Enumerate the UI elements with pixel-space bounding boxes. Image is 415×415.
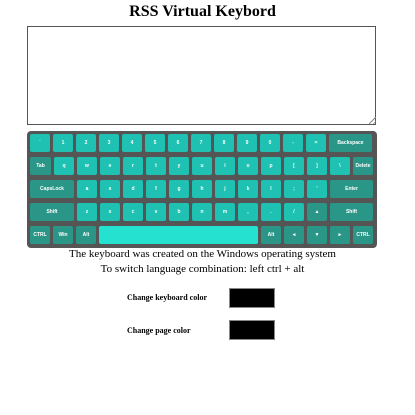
key-8[interactable]: 8	[214, 134, 234, 152]
key-sym11[interactable]: ▲	[307, 203, 327, 221]
key-k[interactable]: k	[238, 180, 258, 198]
key-x[interactable]: x	[100, 203, 120, 221]
key-sym12[interactable]: =	[306, 134, 326, 152]
key-shift[interactable]: Shift	[330, 203, 373, 221]
key-l[interactable]: l	[261, 180, 281, 198]
key-j[interactable]: j	[215, 180, 235, 198]
key-w[interactable]: w	[77, 157, 97, 175]
key-p[interactable]: p	[261, 157, 281, 175]
key-v[interactable]: v	[146, 203, 166, 221]
key-4[interactable]: 4	[122, 134, 142, 152]
key-2[interactable]: 2	[76, 134, 96, 152]
key-h[interactable]: h	[192, 180, 212, 198]
keyboard-color-picker[interactable]	[229, 288, 275, 308]
resize-grip-icon[interactable]	[369, 117, 376, 124]
key-sym9[interactable]: .	[261, 203, 281, 221]
page-color-picker[interactable]	[229, 320, 275, 340]
key-d[interactable]: d	[123, 180, 143, 198]
key-5[interactable]: 5	[145, 134, 165, 152]
key-6[interactable]: 6	[168, 134, 188, 152]
info-language-switch: To switch language combination: left ctr…	[100, 263, 305, 275]
key-sym6[interactable]: ▼	[307, 226, 327, 244]
key-1[interactable]: 1	[53, 134, 73, 152]
key-u[interactable]: u	[192, 157, 212, 175]
key-capslock[interactable]: CapsLock	[30, 180, 74, 198]
key-sym11[interactable]: -	[283, 134, 303, 152]
key-n[interactable]: n	[192, 203, 212, 221]
key-a[interactable]: a	[77, 180, 97, 198]
key-alt[interactable]: Alt	[261, 226, 281, 244]
key-o[interactable]: o	[238, 157, 258, 175]
key-g[interactable]: g	[169, 180, 189, 198]
key-i[interactable]: i	[215, 157, 235, 175]
page-color-label: Change page color	[127, 326, 191, 335]
key-t[interactable]: t	[146, 157, 166, 175]
key-space[interactable]	[99, 226, 258, 244]
key-win[interactable]: Win	[53, 226, 73, 244]
key-tab[interactable]: Tab	[30, 157, 51, 175]
key-9[interactable]: 9	[237, 134, 257, 152]
key-y[interactable]: y	[169, 157, 189, 175]
key-backspace[interactable]: Backspace	[329, 134, 372, 152]
key-m[interactable]: m	[215, 203, 235, 221]
key-z[interactable]: z	[77, 203, 97, 221]
key-c[interactable]: c	[123, 203, 143, 221]
info-os-note: The keyboard was created on the Windows …	[69, 248, 336, 260]
key-enter[interactable]: Enter	[330, 180, 373, 198]
key-ctrl[interactable]: CTRL	[353, 226, 373, 244]
key-sym10[interactable]: /	[284, 203, 304, 221]
key-0[interactable]: 0	[260, 134, 280, 152]
key-sym11[interactable]: '	[307, 180, 327, 198]
key-e[interactable]: e	[100, 157, 120, 175]
key-q[interactable]: q	[54, 157, 74, 175]
key-r[interactable]: r	[123, 157, 143, 175]
key-b[interactable]: b	[169, 203, 189, 221]
key-3[interactable]: 3	[99, 134, 119, 152]
key-shift[interactable]: Shift	[30, 203, 74, 221]
key-sym7[interactable]: ►	[330, 226, 350, 244]
key-sym11[interactable]: [	[284, 157, 304, 175]
key-sym8[interactable]: ,	[238, 203, 258, 221]
key-sym13[interactable]: \	[330, 157, 350, 175]
text-input-area[interactable]	[27, 26, 376, 125]
keyboard-color-label: Change keyboard color	[127, 293, 207, 302]
key-7[interactable]: 7	[191, 134, 211, 152]
virtual-keyboard: ` 1 2 3 4 5 6 7 8 9 0- = Backspace Tab q w e r t y u i o p[] \ D…	[27, 131, 377, 248]
key-s[interactable]: s	[100, 180, 120, 198]
key-sym10[interactable]: ;	[284, 180, 304, 198]
key-f[interactable]: f	[146, 180, 166, 198]
page-title: RSS Virtual Keybord	[129, 3, 276, 20]
key-sym12[interactable]: ]	[307, 157, 327, 175]
key-sym0[interactable]: `	[30, 134, 50, 152]
key-sym5[interactable]: ◄	[284, 226, 304, 244]
key-delete[interactable]: Delete	[353, 157, 373, 175]
key-alt[interactable]: Alt	[76, 226, 96, 244]
key-ctrl[interactable]: CTRL	[30, 226, 50, 244]
